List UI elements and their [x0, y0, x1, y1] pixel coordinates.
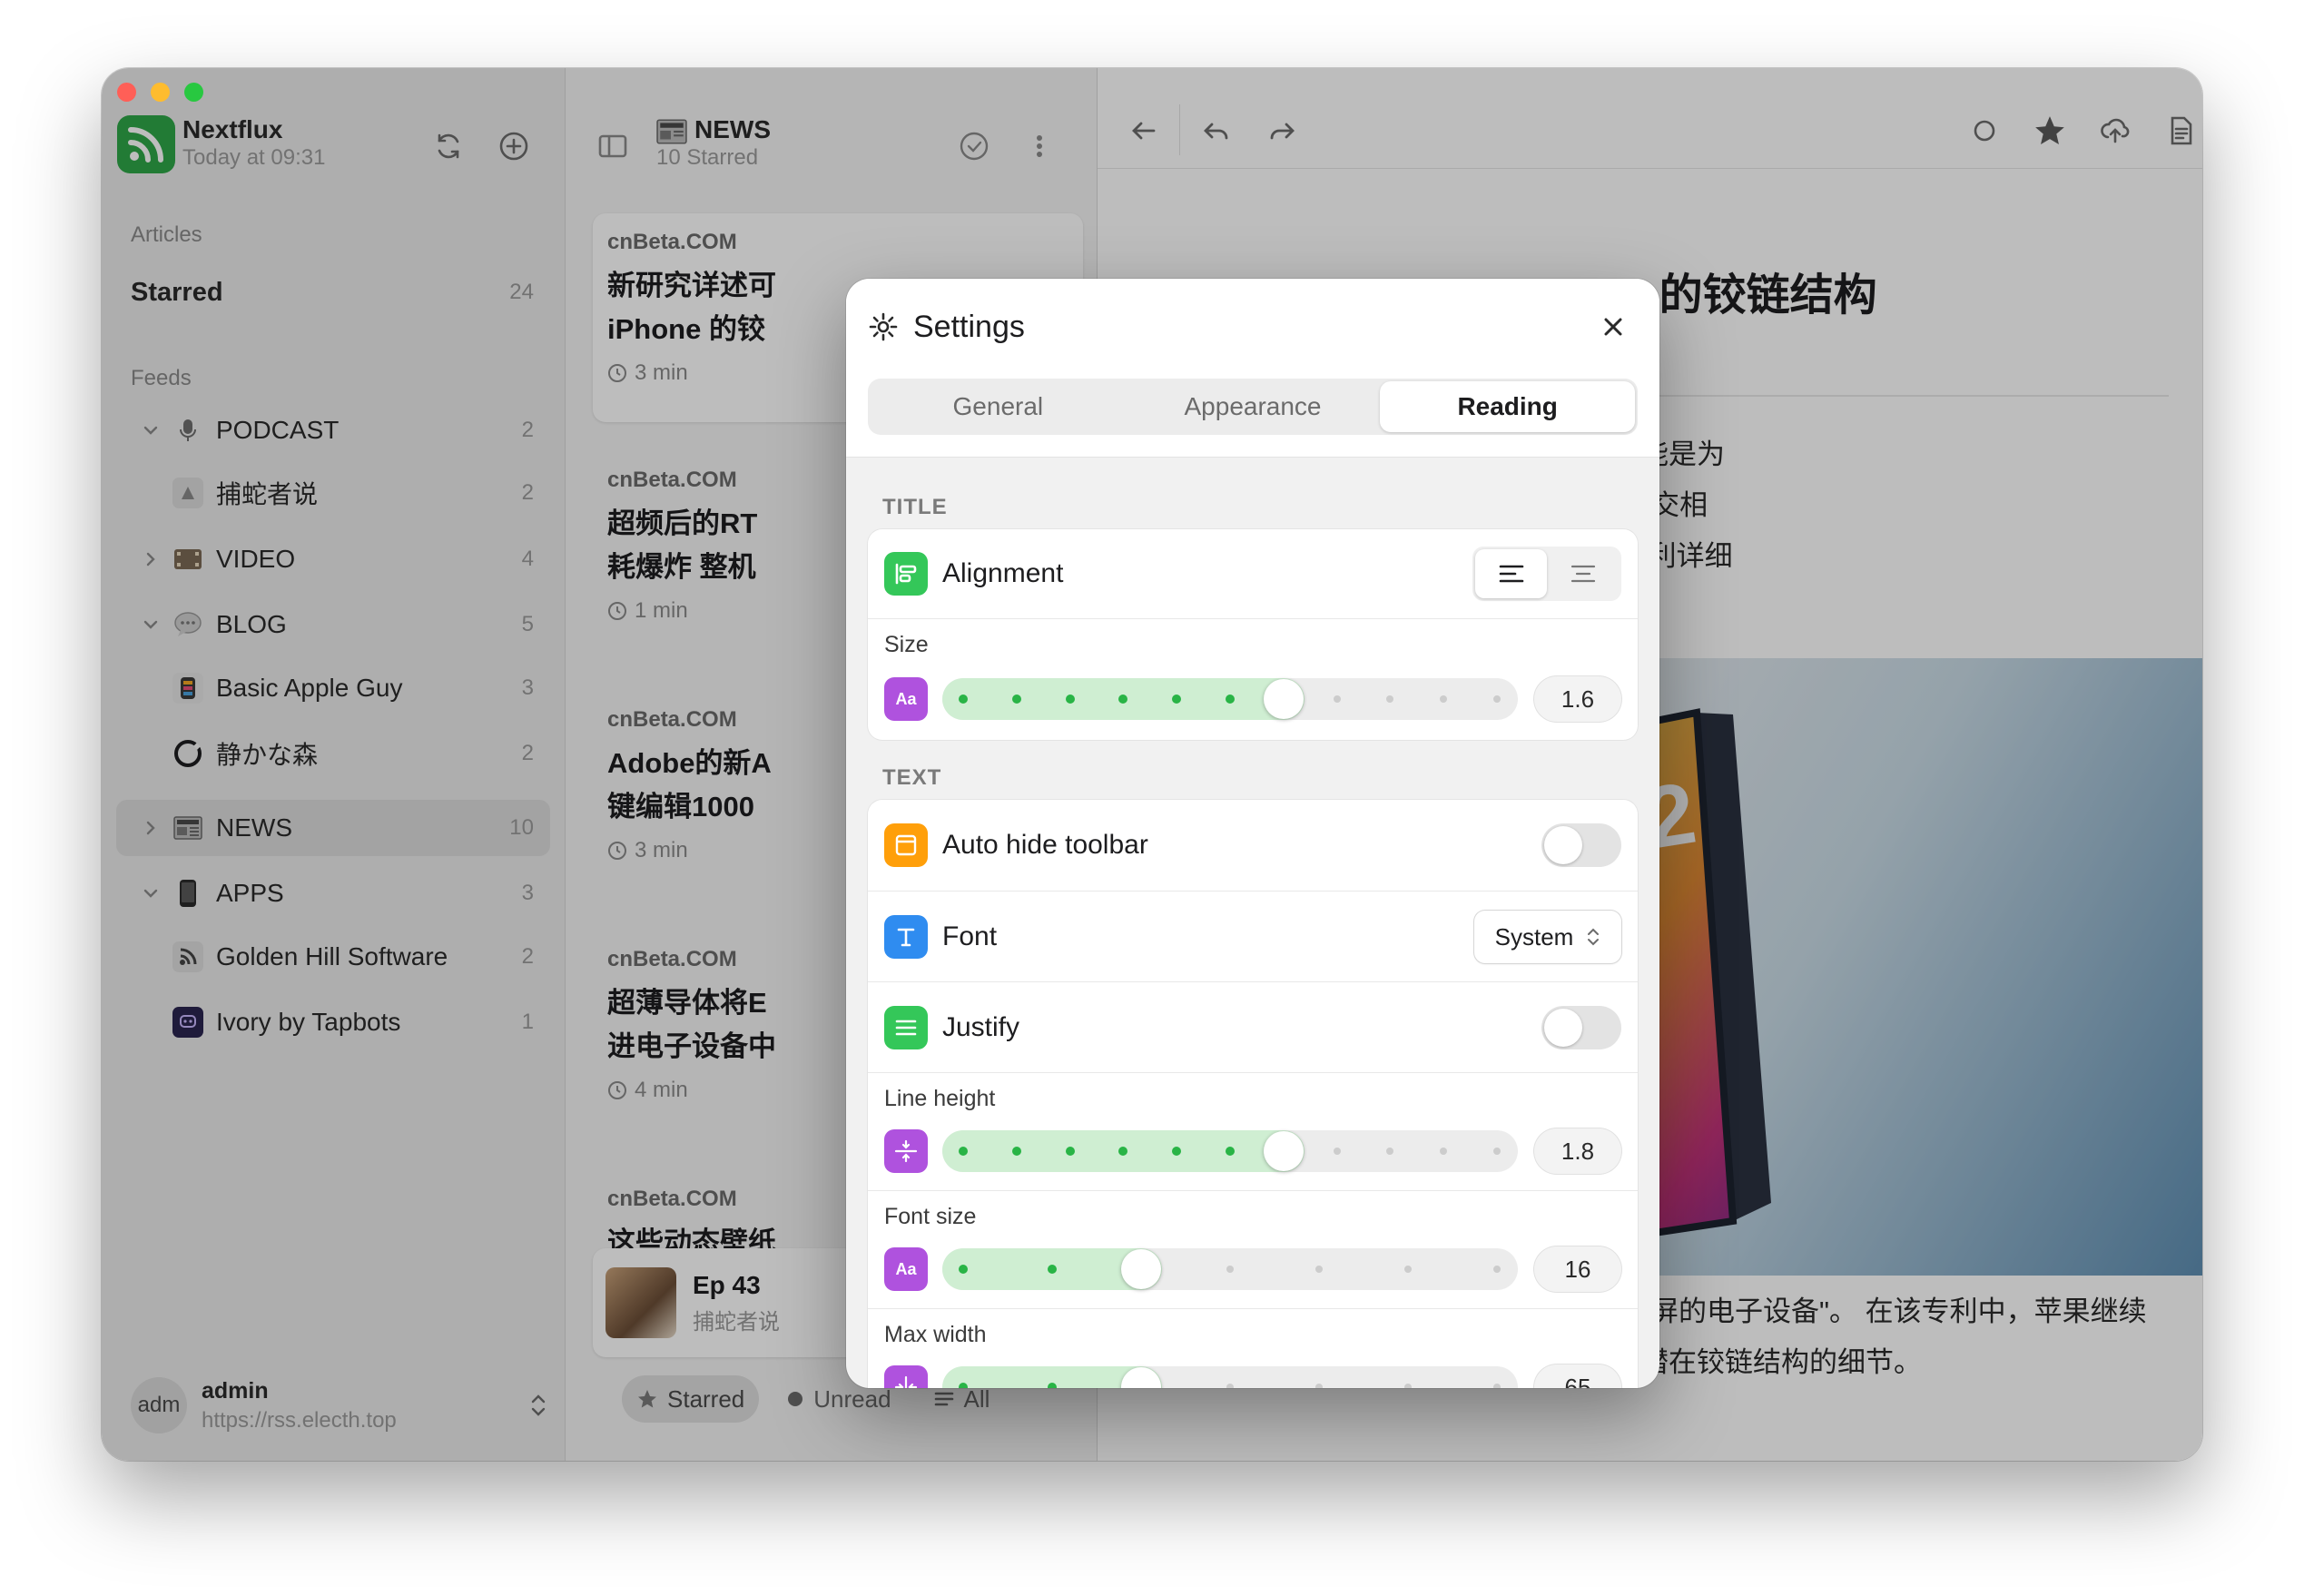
- max-width-value: 65: [1534, 1364, 1621, 1388]
- align-left-option-icon[interactable]: [1475, 549, 1547, 598]
- auto-hide-toolbar-row: Auto hide toolbar: [868, 800, 1638, 891]
- window-controls: [117, 83, 203, 102]
- settings-tabs: General Appearance Reading: [868, 379, 1638, 435]
- font-select[interactable]: System: [1474, 911, 1621, 963]
- line-height-label: Line height: [884, 1086, 996, 1111]
- slider-step-dot: [1065, 695, 1075, 704]
- slider-step-dot: [1333, 695, 1341, 703]
- slider-step-dot: [1386, 695, 1394, 703]
- align-center-option-icon[interactable]: [1547, 549, 1619, 598]
- slider-step-dot: [1440, 695, 1448, 703]
- slider-step-dot: [1333, 1148, 1341, 1155]
- slider-step-dot: [1386, 1148, 1394, 1155]
- max-width-row: Max width 65: [868, 1308, 1638, 1388]
- max-width-slider[interactable]: [942, 1366, 1518, 1388]
- text-section-label: TEXT: [882, 765, 942, 790]
- app-window: Nextflux Today at 09:31 Articles Starred…: [102, 68, 2202, 1461]
- gear-icon: [868, 311, 899, 342]
- slider-step-dot: [1065, 1147, 1075, 1156]
- slider-knob[interactable]: [1263, 1131, 1304, 1171]
- slider-step-dot: [1493, 695, 1501, 703]
- slider-step-dot: [1011, 1147, 1021, 1156]
- title-size-slider[interactable]: [942, 678, 1518, 720]
- justify-row: Justify: [868, 981, 1638, 1073]
- line-height-slider[interactable]: [942, 1130, 1518, 1172]
- settings-dialog: Settings General Appearance Reading TITL…: [846, 279, 1659, 1388]
- slider-step-dot: [1011, 695, 1021, 704]
- font-icon: [884, 915, 928, 959]
- justify-icon: [884, 1006, 928, 1049]
- minimize-window-button[interactable]: [151, 83, 170, 102]
- max-width-icon: [884, 1365, 928, 1388]
- toolbar-window-icon: [884, 823, 928, 867]
- font-size-value: 16: [1534, 1246, 1621, 1292]
- title-size-value: 1.6: [1534, 676, 1621, 722]
- slider-step-dot: [1226, 695, 1235, 704]
- text-size-icon: Aa: [884, 1247, 928, 1291]
- title-section-label: TITLE: [882, 495, 948, 519]
- slider-knob[interactable]: [1263, 679, 1304, 719]
- tab-general[interactable]: General: [871, 381, 1126, 432]
- slider-step-dot: [1404, 1384, 1412, 1388]
- text-settings-group: Auto hide toolbar Font System Justify Li…: [868, 800, 1638, 1388]
- line-height-row: Line height 1.8: [868, 1072, 1638, 1191]
- slider-step-dot: [1226, 1266, 1234, 1273]
- zoom-window-button[interactable]: [184, 83, 203, 102]
- auto-hide-toolbar-label: Auto hide toolbar: [942, 830, 1148, 860]
- close-icon[interactable]: [1600, 313, 1627, 340]
- slider-step-dot: [1493, 1148, 1501, 1155]
- chevron-up-down-icon: [1588, 928, 1600, 946]
- tab-appearance[interactable]: Appearance: [1126, 381, 1381, 432]
- slider-knob[interactable]: [1121, 1249, 1161, 1289]
- slider-step-dot: [1493, 1384, 1501, 1388]
- tab-reading[interactable]: Reading: [1380, 381, 1636, 432]
- slider-step-dot: [1315, 1266, 1323, 1273]
- line-height-value: 1.8: [1534, 1128, 1621, 1174]
- title-size-row: Size Aa 1.6: [868, 618, 1638, 740]
- slider-step-dot: [959, 695, 968, 704]
- slider-step-dot: [959, 1147, 968, 1156]
- slider-step-dot: [1226, 1384, 1234, 1388]
- font-row: Font System: [868, 891, 1638, 982]
- alignment-segmented-control: [1472, 547, 1621, 601]
- alignment-label: Alignment: [942, 558, 1064, 588]
- slider-step-dot: [1440, 1148, 1448, 1155]
- slider-step-dot: [1048, 1265, 1057, 1274]
- justify-toggle[interactable]: [1541, 1006, 1621, 1049]
- font-size-label: Font size: [884, 1204, 977, 1229]
- slider-step-dot: [959, 1265, 968, 1274]
- slider-step-dot: [1493, 1266, 1501, 1273]
- slider-step-dot: [1226, 1147, 1235, 1156]
- auto-hide-toolbar-toggle[interactable]: [1541, 823, 1621, 867]
- slider-step-dot: [1315, 1384, 1323, 1388]
- max-width-label: Max width: [884, 1322, 987, 1347]
- alignment-row: Alignment: [868, 529, 1638, 618]
- slider-step-dot: [1048, 1383, 1057, 1388]
- title-settings-group: Alignment Size Aa 1.6: [868, 529, 1638, 740]
- close-window-button[interactable]: [117, 83, 136, 102]
- justify-label: Justify: [942, 1012, 1020, 1042]
- settings-header: Settings General Appearance Reading: [846, 279, 1659, 458]
- settings-title: Settings: [913, 310, 1025, 344]
- slider-step-dot: [959, 1383, 968, 1388]
- line-height-icon: [884, 1129, 928, 1173]
- font-label: Font: [942, 921, 998, 951]
- text-size-icon: Aa: [884, 677, 928, 721]
- font-select-value: System: [1494, 922, 1574, 951]
- title-size-label: Size: [884, 632, 929, 657]
- font-size-slider[interactable]: [942, 1248, 1518, 1290]
- align-left-icon: [884, 552, 928, 596]
- slider-step-dot: [1404, 1266, 1412, 1273]
- font-size-row: Font size Aa 16: [868, 1190, 1638, 1309]
